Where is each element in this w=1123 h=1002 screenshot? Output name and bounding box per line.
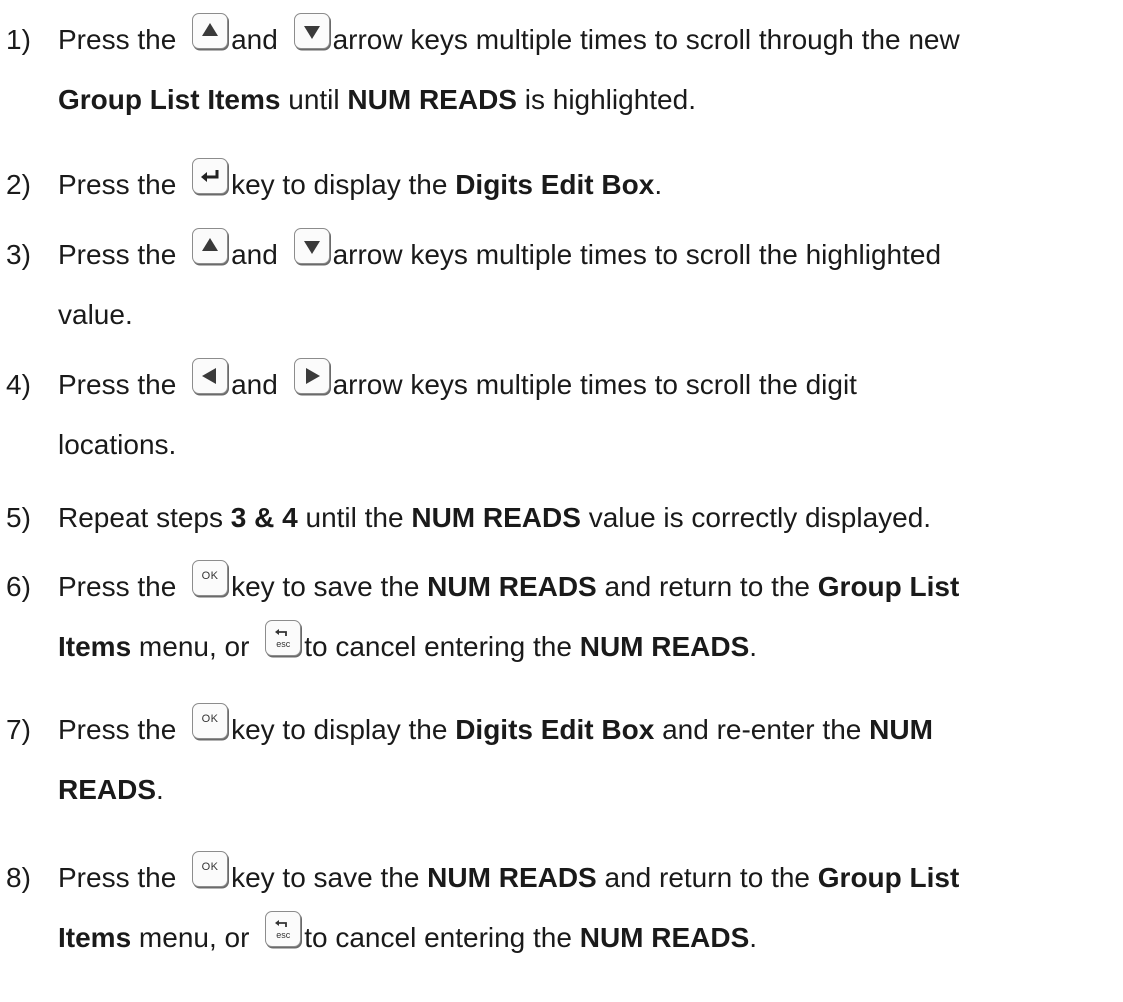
- ok-key-icon: OK: [192, 851, 229, 887]
- step-line: 6) Press the OK key to save the NUM READS …: [6, 557, 959, 617]
- step-text: value is correctly displayed.: [580, 502, 932, 533]
- ok-key-icon: OK: [192, 560, 229, 596]
- bold-term: NUM READS: [347, 84, 517, 115]
- step-number: 4): [6, 369, 31, 400]
- step-number: 6): [6, 571, 31, 602]
- step-text: locations.: [58, 429, 177, 460]
- step-text: Press the: [58, 169, 185, 200]
- step-text: and: [231, 369, 286, 400]
- step-number: 3): [6, 239, 31, 270]
- ok-key-label: OK: [201, 713, 219, 725]
- step-line: Group List Items until NUM READS is high…: [58, 70, 696, 130]
- step-text: key to display the: [231, 169, 456, 200]
- step-text: arrow keys multiple times to scroll thro…: [332, 24, 960, 55]
- step-text: .: [654, 169, 663, 200]
- bold-term: 3 & 4: [230, 502, 298, 533]
- step-text: until the: [297, 502, 412, 533]
- esc-key-icon: esc: [265, 620, 302, 656]
- step-number: 7): [6, 714, 31, 745]
- bold-term: NUM READS: [579, 631, 750, 662]
- arrow-up-key-icon: [192, 228, 229, 264]
- step-text: and: [231, 239, 286, 270]
- step-number: 2): [6, 169, 31, 200]
- step-text: and return to the: [596, 571, 818, 602]
- bold-term: NUM READS: [427, 862, 597, 893]
- step-line: locations.: [58, 415, 176, 475]
- step-text: value.: [58, 299, 133, 330]
- step-text: is highlighted.: [516, 84, 696, 115]
- bold-term: NUM READS: [427, 571, 597, 602]
- arrow-left-key-icon: [192, 358, 229, 394]
- bold-term: Items: [58, 631, 132, 662]
- step-line: 7) Press the OK key to display the Digits …: [6, 700, 933, 760]
- bold-term: NUM: [869, 714, 933, 745]
- step-line: 2) Press the key to display the Digits Ed…: [6, 155, 662, 215]
- page: { "steps": [ {"num": "1)", "lines": [ [{…: [0, 0, 1123, 1002]
- step-number: 5): [6, 502, 31, 533]
- step-line: 3) Press the and arrow keys multiple time…: [6, 225, 941, 285]
- esc-key-label: esc: [276, 930, 291, 940]
- ok-key-label: OK: [201, 861, 219, 873]
- enter-key-icon: [192, 158, 229, 194]
- step-text: until: [280, 84, 348, 115]
- step-text: to cancel entering the: [304, 922, 580, 953]
- bold-term: READS: [58, 774, 157, 805]
- step-text: Press the: [58, 239, 185, 270]
- step-text: arrow keys multiple times to scroll the …: [332, 239, 942, 270]
- step-text: Press the: [58, 369, 185, 400]
- bold-term: Group List Items: [58, 84, 281, 115]
- step-line: 4) Press the and arrow keys multiple time…: [6, 355, 857, 415]
- arrow-right-key-icon: [293, 358, 330, 394]
- bold-term: Digits Edit Box: [455, 169, 655, 200]
- step-line: READS.: [58, 760, 164, 820]
- step-text: Press the: [58, 24, 185, 55]
- step-text: Press the: [58, 862, 185, 893]
- bold-term: Group List: [817, 571, 960, 602]
- step-text: Repeat steps: [58, 502, 231, 533]
- esc-key-label: esc: [276, 639, 291, 649]
- step-line: 8) Press the OK key to save the NUM READS …: [6, 848, 959, 908]
- step-text: Press the: [58, 571, 185, 602]
- step-text: key to save the: [231, 862, 428, 893]
- step-line: value.: [58, 285, 133, 345]
- step-number: 8): [6, 862, 31, 893]
- esc-key-icon: esc: [265, 911, 302, 947]
- step-text: and: [231, 24, 286, 55]
- arrow-down-key-icon: [293, 13, 330, 49]
- step-line: 1) Press the and arrow keys multiple time…: [6, 10, 960, 70]
- step-text: menu, or: [131, 631, 258, 662]
- step-line: Items menu, or esc to cancel entering the…: [58, 908, 757, 968]
- step-line: 5) Repeat steps 3 & 4 until the NUM READS…: [6, 488, 931, 548]
- step-text: .: [156, 774, 164, 805]
- step-text: and re-enter the: [654, 714, 870, 745]
- bold-term: Group List: [817, 862, 960, 893]
- step-text: key to display the: [231, 714, 456, 745]
- step-text: menu, or: [131, 922, 258, 953]
- step-text: Press the: [58, 714, 185, 745]
- step-number: 1): [6, 24, 31, 55]
- step-text: .: [749, 631, 758, 662]
- arrow-down-key-icon: [293, 228, 330, 264]
- step-text: and return to the: [596, 862, 818, 893]
- ok-key-label: OK: [201, 570, 219, 582]
- arrow-up-key-icon: [192, 13, 229, 49]
- ok-key-icon: OK: [192, 703, 229, 739]
- bold-term: Digits Edit Box: [455, 714, 655, 745]
- step-text: .: [749, 922, 758, 953]
- bold-term: NUM READS: [579, 922, 750, 953]
- step-text: arrow keys multiple times to scroll the …: [332, 369, 857, 400]
- step-text: key to save the: [231, 571, 428, 602]
- bold-term: NUM READS: [411, 502, 581, 533]
- step-text: to cancel entering the: [304, 631, 580, 662]
- step-line: Items menu, or esc to cancel entering the…: [58, 617, 757, 677]
- bold-term: Items: [58, 922, 132, 953]
